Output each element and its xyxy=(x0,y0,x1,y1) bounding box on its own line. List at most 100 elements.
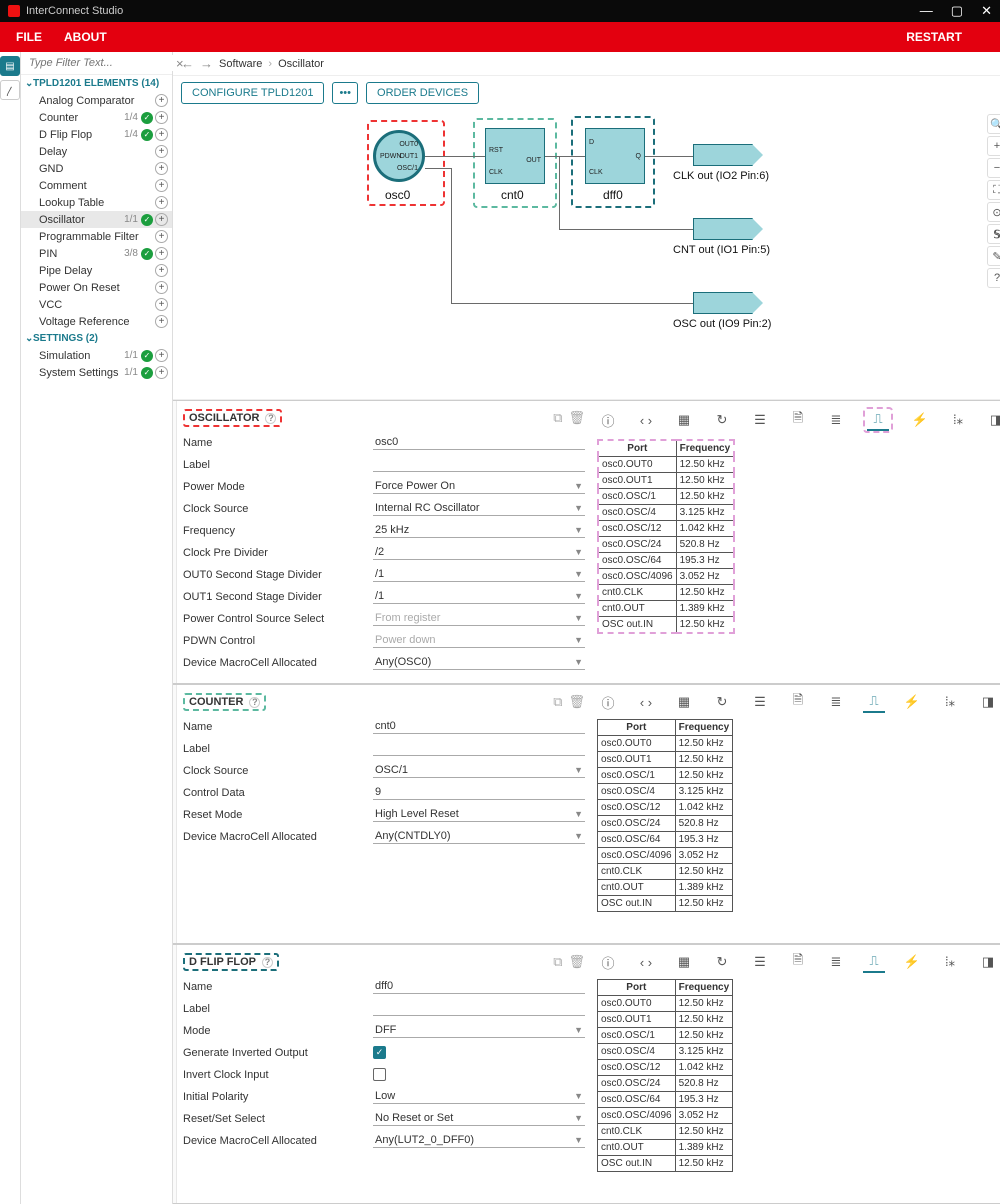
minimize-button[interactable]: — xyxy=(920,3,933,19)
history-icon[interactable]: ↻ xyxy=(711,409,733,431)
help-icon[interactable]: ? xyxy=(262,957,273,968)
history-icon[interactable]: ↻ xyxy=(711,691,733,713)
scope-icon[interactable]: ⁞⁎ xyxy=(939,951,961,973)
power-icon[interactable]: ⚡ xyxy=(901,691,923,713)
copy-icon[interactable]: ⧉ xyxy=(553,694,562,710)
sidebar-item-oscillator[interactable]: Oscillator1/1✓+ xyxy=(21,211,172,228)
add-icon[interactable]: + xyxy=(155,230,168,243)
bus-icon[interactable]: ≣ xyxy=(825,409,847,431)
window-icon[interactable]: ◨ xyxy=(977,691,999,713)
add-icon[interactable]: + xyxy=(155,128,168,141)
chip-icon[interactable]: ▦ xyxy=(673,409,695,431)
add-icon[interactable]: + xyxy=(155,264,168,277)
sidebar-item-simulation[interactable]: Simulation1/1✓+ xyxy=(21,347,172,364)
doc-icon[interactable]: 🗎 xyxy=(787,409,809,431)
block-osc0[interactable]: PDWN OUT0 OUT1 OSC/1 xyxy=(373,130,425,182)
add-icon[interactable]: + xyxy=(155,94,168,107)
code-icon[interactable]: ‹ › xyxy=(635,691,657,713)
prop-field-label[interactable] xyxy=(373,1001,585,1016)
sidebar-item-vcc[interactable]: VCC+ xyxy=(21,296,172,313)
sidebar-item-voltage-reference[interactable]: Voltage Reference+ xyxy=(21,313,172,330)
crumb-software[interactable]: Software xyxy=(219,58,262,70)
configure-more-button[interactable]: ••• xyxy=(332,82,358,104)
add-icon[interactable]: + xyxy=(155,196,168,209)
prop-field-out0-second-stage-divider[interactable]: /1▼ xyxy=(373,567,585,582)
rail-graph-icon[interactable]: 〳 xyxy=(0,80,20,100)
help-icon[interactable]: ? xyxy=(987,268,1000,288)
checkbox-generate-inverted-output[interactable]: ✓ xyxy=(373,1046,386,1059)
sidebar-item-system-settings[interactable]: System Settings1/1✓+ xyxy=(21,364,172,381)
prop-field-out1-second-stage-divider[interactable]: /1▼ xyxy=(373,589,585,604)
checkbox-invert-clock-input[interactable] xyxy=(373,1068,386,1081)
scope-icon[interactable]: ⁞⁎ xyxy=(947,409,969,431)
sidebar-item-lookup-table[interactable]: Lookup Table+ xyxy=(21,194,172,211)
add-icon[interactable]: + xyxy=(155,281,168,294)
sliders-icon[interactable]: ☰ xyxy=(749,951,771,973)
scope-icon[interactable]: ⁞⁎ xyxy=(939,691,961,713)
menu-restart[interactable]: RESTART xyxy=(906,30,962,44)
bus-icon[interactable]: ≣ xyxy=(825,691,847,713)
zoom-icon[interactable]: 🔍 xyxy=(987,114,1000,134)
nav-back-icon[interactable]: ← xyxy=(181,56,194,71)
sidebar-item-comment[interactable]: Comment+ xyxy=(21,177,172,194)
sidebar-item-pipe-delay[interactable]: Pipe Delay+ xyxy=(21,262,172,279)
prop-field-power-control-source-select[interactable]: From register▼ xyxy=(373,611,585,626)
copy-icon[interactable]: ⧉ xyxy=(553,410,562,426)
tree-settings-header[interactable]: ⌄SETTINGS (2) xyxy=(21,330,172,347)
filter-input[interactable] xyxy=(25,55,176,71)
add-icon[interactable]: + xyxy=(155,145,168,158)
window-icon[interactable]: ◨ xyxy=(977,951,999,973)
delete-icon[interactable]: 🗑 xyxy=(568,694,585,710)
sidebar-item-gnd[interactable]: GND+ xyxy=(21,160,172,177)
prop-field-power-mode[interactable]: Force Power On▼ xyxy=(373,479,585,494)
prop-field-initial-polarity[interactable]: Low▼ xyxy=(373,1089,585,1104)
reset-icon[interactable]: ⊙ xyxy=(987,202,1000,222)
power-icon[interactable]: ⚡ xyxy=(909,409,931,431)
bus-icon[interactable]: ≣ xyxy=(825,951,847,973)
prop-field-clock-pre-divider[interactable]: /2▼ xyxy=(373,545,585,560)
power-icon[interactable]: ⚡ xyxy=(901,951,923,973)
block-dff0[interactable]: D CLK Q xyxy=(585,128,645,184)
prop-field-name[interactable]: dff0 xyxy=(373,979,585,994)
chip-icon[interactable]: ▦ xyxy=(673,691,695,713)
configure-button[interactable]: CONFIGURE TPLD1201 xyxy=(181,82,324,104)
crumb-oscillator[interactable]: Oscillator xyxy=(278,58,324,70)
prop-field-clock-source[interactable]: OSC/1▼ xyxy=(373,763,585,778)
prop-field-name[interactable]: osc0 xyxy=(373,435,585,450)
info-icon[interactable]: ⓘ xyxy=(597,409,619,431)
nav-forward-icon[interactable]: → xyxy=(200,56,213,71)
block-cnt0[interactable]: RST CLK OUT xyxy=(485,128,545,184)
menu-file[interactable]: FILE xyxy=(16,30,42,44)
waveform-icon[interactable]: ⎍ xyxy=(863,691,885,713)
sliders-icon[interactable]: ☰ xyxy=(749,691,771,713)
delete-icon[interactable]: 🗑 xyxy=(568,954,585,970)
prop-field-pdwn-control[interactable]: Power down▼ xyxy=(373,633,585,648)
prop-field-device-macrocell-allocated[interactable]: Any(CNTDLY0)▼ xyxy=(373,829,585,844)
prop-field-device-macrocell-allocated[interactable]: Any(OSC0)▼ xyxy=(373,655,585,670)
maximize-button[interactable]: ▢ xyxy=(951,3,963,19)
add-icon[interactable]: + xyxy=(155,366,168,379)
copy-icon[interactable]: ⧉ xyxy=(553,954,562,970)
prop-field-reset/set-select[interactable]: No Reset or Set▼ xyxy=(373,1111,585,1126)
doc-icon[interactable]: 🗎 xyxy=(787,691,809,713)
close-button[interactable]: ✕ xyxy=(981,3,992,19)
sidebar-item-d-flip-flop[interactable]: D Flip Flop1/4✓+ xyxy=(21,126,172,143)
sliders-icon[interactable]: ☰ xyxy=(749,409,771,431)
route-icon[interactable]: 𝕊 xyxy=(987,224,1000,244)
help-icon[interactable]: ? xyxy=(265,413,276,424)
prop-field-label[interactable] xyxy=(373,741,585,756)
zoom-out-icon[interactable]: − xyxy=(987,158,1000,178)
menu-about[interactable]: ABOUT xyxy=(64,30,107,44)
chip-icon[interactable]: ▦ xyxy=(673,951,695,973)
doc-icon[interactable]: 🗎 xyxy=(787,951,809,973)
add-icon[interactable]: + xyxy=(155,179,168,192)
waveform-icon[interactable]: ⎍ xyxy=(863,951,885,973)
fit-icon[interactable]: ⛶ xyxy=(987,180,1000,200)
prop-field-reset-mode[interactable]: High Level Reset▼ xyxy=(373,807,585,822)
add-icon[interactable]: + xyxy=(155,162,168,175)
sidebar-item-analog-comparator[interactable]: Analog Comparator+ xyxy=(21,92,172,109)
add-icon[interactable]: + xyxy=(155,349,168,362)
sidebar-item-power-on-reset[interactable]: Power On Reset+ xyxy=(21,279,172,296)
prop-field-mode[interactable]: DFF▼ xyxy=(373,1023,585,1038)
prop-field-name[interactable]: cnt0 xyxy=(373,719,585,734)
